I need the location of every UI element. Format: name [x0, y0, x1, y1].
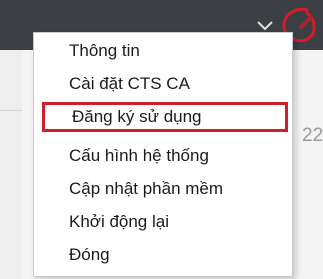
menu-item-cau-hinh-he-thong[interactable]: Cấu hình hệ thống	[35, 141, 291, 171]
menu-item-thong-tin[interactable]: Thông tin	[35, 36, 291, 66]
menu-item-dang-ky-su-dung[interactable]: Đăng ký sử dụng	[42, 102, 288, 132]
background-number-text: 220	[302, 125, 323, 146]
menu-item-cai-dat-cts-ca[interactable]: Cài đặt CTS CA	[35, 69, 291, 99]
menu-item-khoi-dong-lai[interactable]: Khởi động lại	[35, 207, 291, 237]
divider	[0, 110, 22, 111]
menu-item-dong[interactable]: Đóng	[35, 240, 291, 270]
window-left-strip	[0, 50, 22, 279]
context-menu: Thông tin Cài đặt CTS CA Đăng ký sử dụng…	[33, 32, 293, 277]
screen: 220 Thông tin Cài đặt CTS CA Đăng ký sử …	[0, 0, 323, 279]
menu-item-cap-nhat-phan-mem[interactable]: Cập nhật phần mềm	[35, 174, 291, 204]
